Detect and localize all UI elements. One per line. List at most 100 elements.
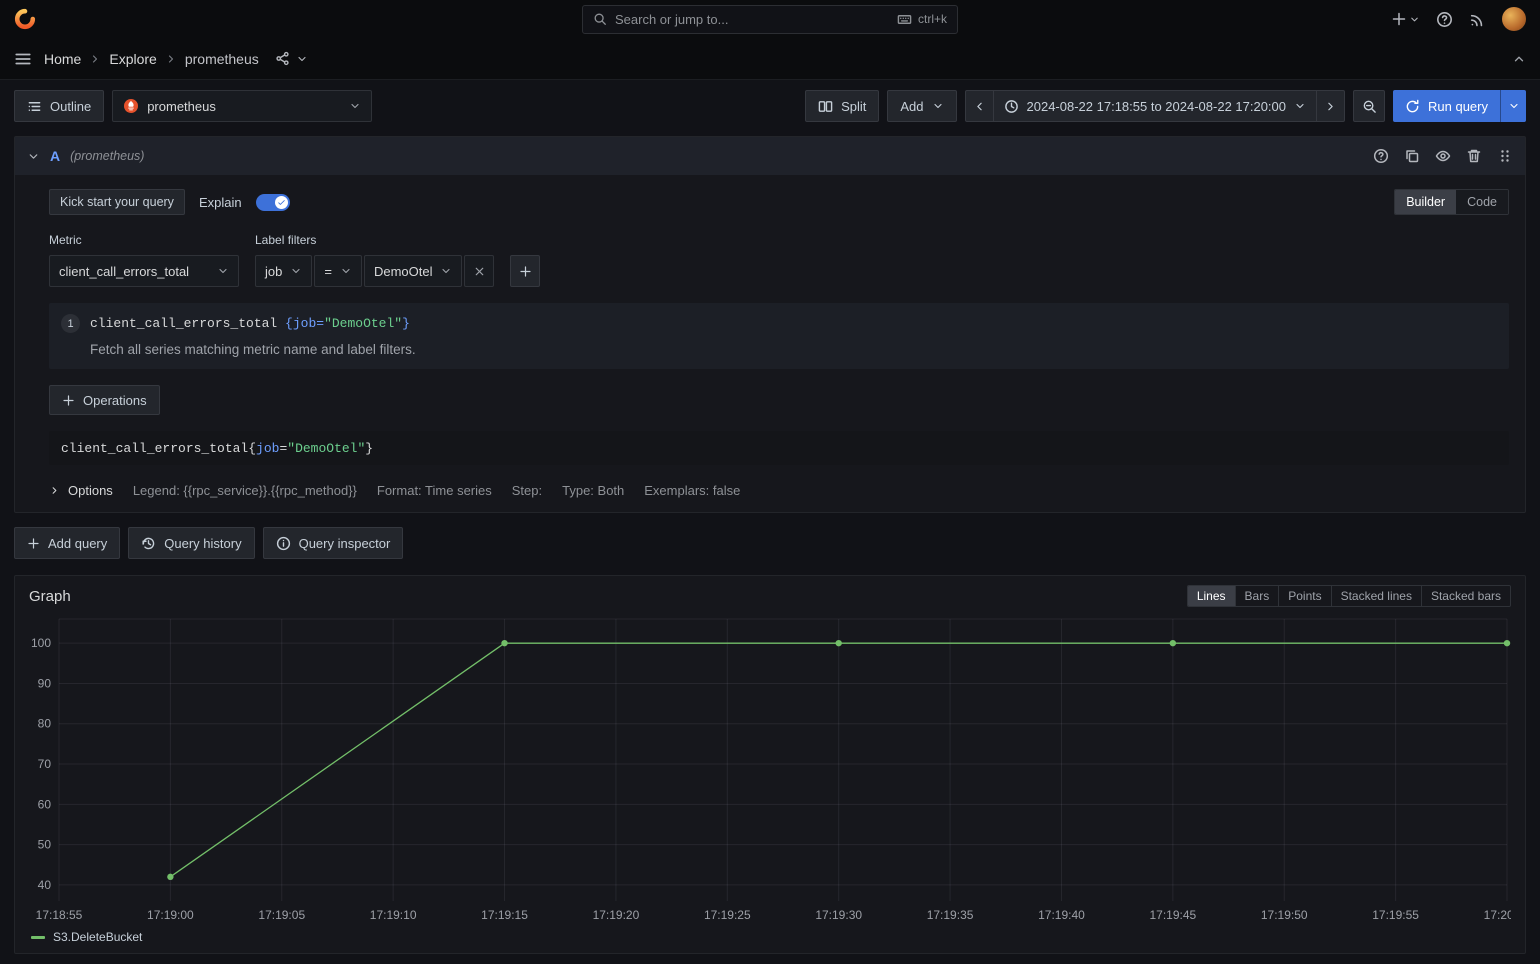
plus-icon [1391,11,1407,27]
time-range-picker[interactable]: 2024-08-22 17:18:55 to 2024-08-22 17:20:… [994,90,1318,122]
svg-text:60: 60 [38,797,52,811]
explain-label: Explain [199,195,242,210]
run-query-label: Run query [1428,99,1488,114]
legend-series-label[interactable]: S3.DeleteBucket [53,930,142,944]
news-button[interactable] [1469,11,1486,28]
chevron-down-icon [440,265,452,277]
options-toggle[interactable]: Options [49,483,113,498]
remove-filter-button[interactable] [464,255,494,287]
run-query-interval-button[interactable] [1500,90,1526,122]
filter-value-select[interactable]: DemoOtel [364,255,463,287]
query-help-button[interactable] [1373,148,1389,164]
history-icon [141,536,156,551]
svg-text:90: 90 [38,676,52,690]
legend-swatch [31,936,45,939]
breadcrumb-actions [275,51,308,66]
svg-text:17:19:05: 17:19:05 [258,908,305,922]
option-type: Type: Both [562,483,624,498]
grip-dots-icon [1497,148,1513,164]
breadcrumb-explore[interactable]: Explore [109,51,156,67]
collapse-query-button[interactable] [27,150,40,163]
grafana-app: Search or jump to... ctrl+k [0,0,1540,964]
metric-label: Metric [49,233,239,247]
add-filter-button[interactable] [510,255,540,287]
query-datasource-hint: (prometheus) [70,149,144,163]
add-query-button[interactable]: Add query [14,527,120,559]
filter-value-value: DemoOtel [374,264,433,279]
chevron-down-icon [349,100,361,112]
user-avatar[interactable] [1502,7,1526,31]
label-filters-label: Label filters [255,233,540,247]
share-button[interactable] [275,51,290,66]
svg-text:17:19:30: 17:19:30 [815,908,862,922]
time-forward-button[interactable] [1317,90,1345,122]
grafana-logo-icon[interactable] [14,8,36,30]
add-dropdown-button[interactable]: Add [887,90,956,122]
explore-toolbar: Outline prometheus Split Add [0,80,1540,122]
chevron-right-icon [89,53,101,65]
prometheus-icon [123,98,139,114]
new-menu-button[interactable] [1391,11,1420,27]
collapse-chrome-button[interactable] [1512,52,1526,66]
duplicate-query-button[interactable] [1404,148,1420,164]
filter-operator-select[interactable]: = [314,255,362,287]
toggle-knob [275,196,288,209]
outline-button[interactable]: Outline [14,90,104,122]
chevron-down-icon [27,150,40,163]
clock-icon [1004,99,1019,114]
split-button[interactable]: Split [805,90,879,122]
svg-text:17:19:25: 17:19:25 [704,908,751,922]
svg-text:17:19:35: 17:19:35 [927,908,974,922]
graph-title: Graph [29,588,71,605]
graph-canvas[interactable]: 40506070809010017:18:5517:19:0017:19:051… [29,611,1511,927]
datasource-picker[interactable]: prometheus [112,90,372,122]
breadcrumb-more-button[interactable] [296,53,308,65]
filter-key-select[interactable]: job [255,255,312,287]
copy-icon [1404,148,1420,164]
mega-menu-button[interactable] [14,50,32,68]
query-ref-id[interactable]: A [50,148,60,164]
explain-description: Fetch all series matching metric name an… [90,342,1497,357]
breadcrumb: Home Explore prometheus [44,51,259,67]
query-editor-panel: A (prometheus) [14,136,1526,513]
kick-start-button[interactable]: Kick start your query [49,189,185,215]
query-inspector-button[interactable]: Query inspector [263,527,404,559]
breadcrumb-home[interactable]: Home [44,51,81,67]
svg-text:17:19:10: 17:19:10 [370,908,417,922]
eye-icon [1435,148,1451,164]
search-input[interactable]: Search or jump to... ctrl+k [582,5,958,34]
graph-style-stacked-bars[interactable]: Stacked bars [1421,586,1510,606]
graph-style-lines[interactable]: Lines [1188,586,1235,606]
explain-toggle[interactable] [256,194,290,211]
run-query-button[interactable]: Run query [1393,90,1500,122]
graph-style-stacked-lines[interactable]: Stacked lines [1331,586,1421,606]
remove-query-button[interactable] [1466,148,1482,164]
help-button[interactable] [1436,11,1453,28]
svg-text:17:19:20: 17:19:20 [593,908,640,922]
code-mode-button[interactable]: Code [1456,190,1508,214]
graph-panel: Graph Lines Bars Points Stacked lines St… [14,575,1526,954]
time-back-button[interactable] [965,90,994,122]
drag-query-handle[interactable] [1497,148,1513,164]
plus-icon [62,394,75,407]
operations-button[interactable]: Operations [49,385,160,415]
svg-text:80: 80 [38,717,52,731]
close-icon [473,265,486,278]
query-history-button[interactable]: Query history [128,527,254,559]
metric-field: Metric client_call_errors_total [49,233,239,287]
explain-panel: 1 client_call_errors_total {job="DemoOte… [49,303,1509,369]
graph-style-points[interactable]: Points [1278,586,1330,606]
metric-select[interactable]: client_call_errors_total [49,255,239,287]
rss-icon [1469,11,1486,28]
builder-mode-button[interactable]: Builder [1395,190,1456,214]
add-label: Add [900,99,923,114]
graph-style-bars[interactable]: Bars [1235,586,1279,606]
query-history-label: Query history [164,536,241,551]
chevron-down-icon [296,53,308,65]
raw-query-preview: client_call_errors_total{job="DemoOtel"} [49,431,1509,465]
chevron-right-icon [1324,100,1337,113]
explain-step-number: 1 [61,314,80,333]
hide-query-button[interactable] [1435,148,1451,164]
zoom-out-button[interactable] [1353,90,1385,122]
operations-label: Operations [83,393,147,408]
